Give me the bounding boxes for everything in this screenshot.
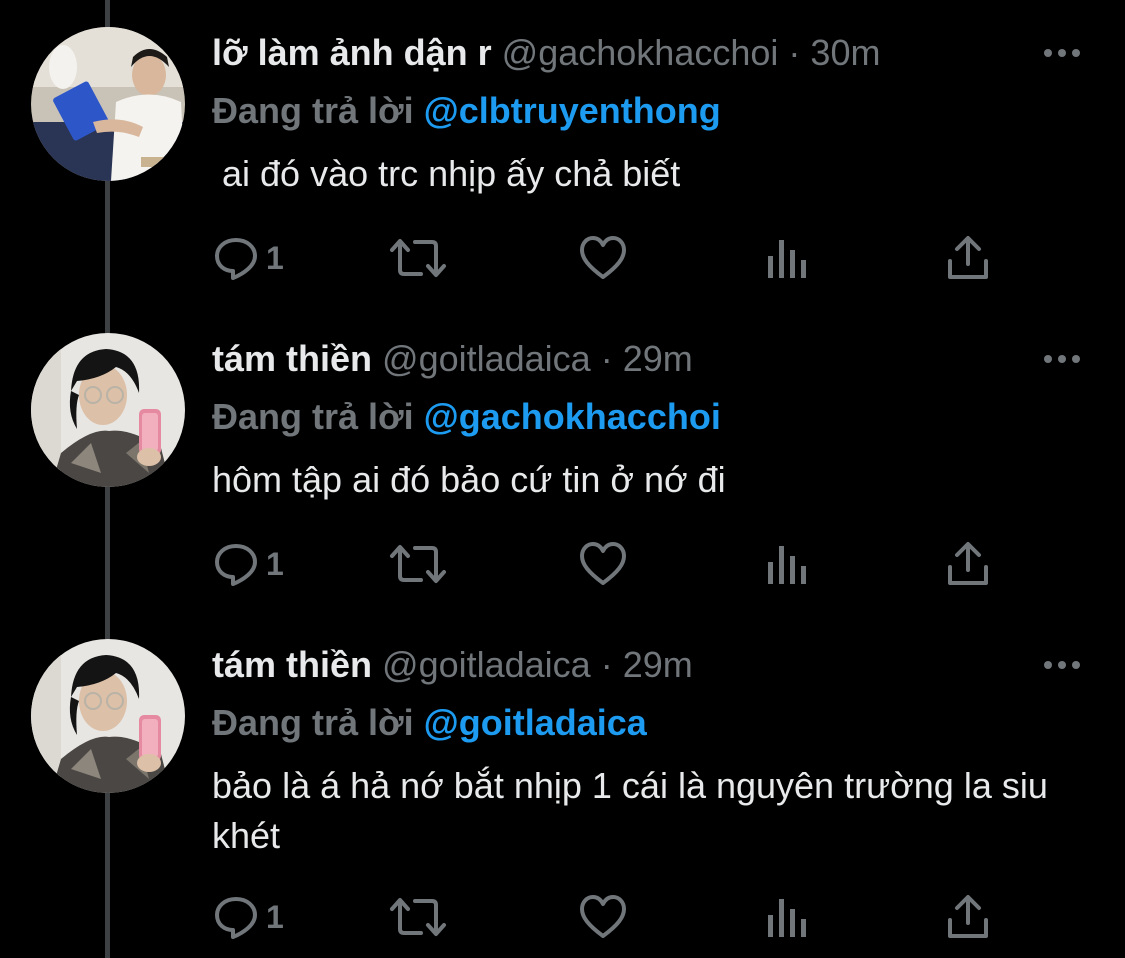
tweet-text: hôm tập ai đó bảo cứ tin ở nớ đi (212, 459, 726, 500)
user-handle[interactable]: @goitladaica (382, 644, 591, 685)
tweet-text: bảo là á hả nớ bắt nhịp 1 cái là nguyên … (212, 765, 1048, 856)
avatar[interactable] (31, 27, 185, 181)
tweet-header: tám thiền @goitladaica · 29m (212, 333, 693, 385)
heart-icon (580, 895, 626, 938)
share-icon (948, 895, 988, 938)
tweet-header: lỡ làm ảnh dận r @gachokhacchoi · 30m (212, 27, 880, 79)
like-button[interactable] (578, 233, 628, 283)
display-name[interactable]: tám thiền (212, 338, 372, 379)
reply-count: 1 (266, 545, 284, 582)
replying-to-handle[interactable]: @goitladaica (424, 702, 647, 743)
share-button[interactable] (944, 892, 992, 942)
reply-button[interactable]: 1 (212, 233, 284, 283)
share-icon (948, 236, 988, 279)
timestamp[interactable]: 29m (623, 338, 693, 379)
avatar-photo (31, 27, 185, 181)
views-bar-chart-icon (768, 899, 806, 937)
reply-count: 1 (266, 239, 284, 276)
share-button[interactable] (944, 539, 992, 589)
replying-to-handle[interactable]: @gachokhacchoi (424, 396, 721, 437)
tweet-actions: 1 (212, 539, 1002, 589)
timestamp[interactable]: 30m (810, 32, 880, 73)
avatar-photo (31, 333, 185, 487)
like-button[interactable] (578, 539, 628, 589)
replying-to: Đang trả lời @clbtruyenthong (212, 85, 721, 137)
replying-to-label: Đang trả lời (212, 396, 414, 437)
views-button[interactable] (765, 539, 809, 589)
views-bar-chart-icon (768, 546, 806, 584)
views-button[interactable] (765, 892, 809, 942)
reply-icon (215, 544, 257, 586)
separator-dot: · (788, 32, 801, 73)
share-icon (948, 542, 988, 585)
more-options-button[interactable] (1038, 33, 1086, 73)
tweet-text: ai đó vào trc nhịp ấy chả biết (212, 153, 681, 194)
reply-icon (215, 897, 257, 939)
display-name[interactable]: lỡ làm ảnh dận r (212, 32, 492, 73)
retweet-button[interactable] (388, 233, 448, 283)
tweet-actions: 1 (212, 892, 1002, 942)
tweet-header: tám thiền @goitladaica · 29m (212, 639, 693, 691)
more-horizontal-icon (1044, 661, 1080, 669)
avatar[interactable] (31, 639, 185, 793)
avatar-photo (31, 639, 185, 793)
views-bar-chart-icon (768, 240, 806, 278)
reply-button[interactable]: 1 (212, 892, 284, 942)
heart-icon (580, 236, 626, 279)
more-options-button[interactable] (1038, 339, 1086, 379)
user-handle[interactable]: @goitladaica (382, 338, 591, 379)
retweet-icon (390, 898, 446, 936)
timestamp[interactable]: 29m (623, 644, 693, 685)
retweet-button[interactable] (388, 539, 448, 589)
share-button[interactable] (944, 233, 992, 283)
avatar[interactable] (31, 333, 185, 487)
replying-to-label: Đang trả lời (212, 702, 414, 743)
more-horizontal-icon (1044, 355, 1080, 363)
tweet-actions: 1 (212, 233, 1002, 283)
replying-to: Đang trả lời @goitladaica (212, 697, 647, 749)
more-options-button[interactable] (1038, 645, 1086, 685)
reply-button[interactable]: 1 (212, 539, 284, 589)
retweet-icon (390, 239, 446, 277)
retweet-icon (390, 545, 446, 583)
display-name[interactable]: tám thiền (212, 644, 372, 685)
views-button[interactable] (765, 233, 809, 283)
replying-to-label: Đang trả lời (212, 90, 414, 131)
heart-icon (580, 542, 626, 585)
like-button[interactable] (578, 892, 628, 942)
replying-to-handle[interactable]: @clbtruyenthong (424, 90, 721, 131)
separator-dot: · (600, 338, 613, 379)
more-horizontal-icon (1044, 49, 1080, 57)
separator-dot: · (600, 644, 613, 685)
user-handle[interactable]: @gachokhacchoi (502, 32, 779, 73)
reply-icon (215, 238, 257, 280)
reply-count: 1 (266, 898, 284, 935)
retweet-button[interactable] (388, 892, 448, 942)
replying-to: Đang trả lời @gachokhacchoi (212, 391, 721, 443)
